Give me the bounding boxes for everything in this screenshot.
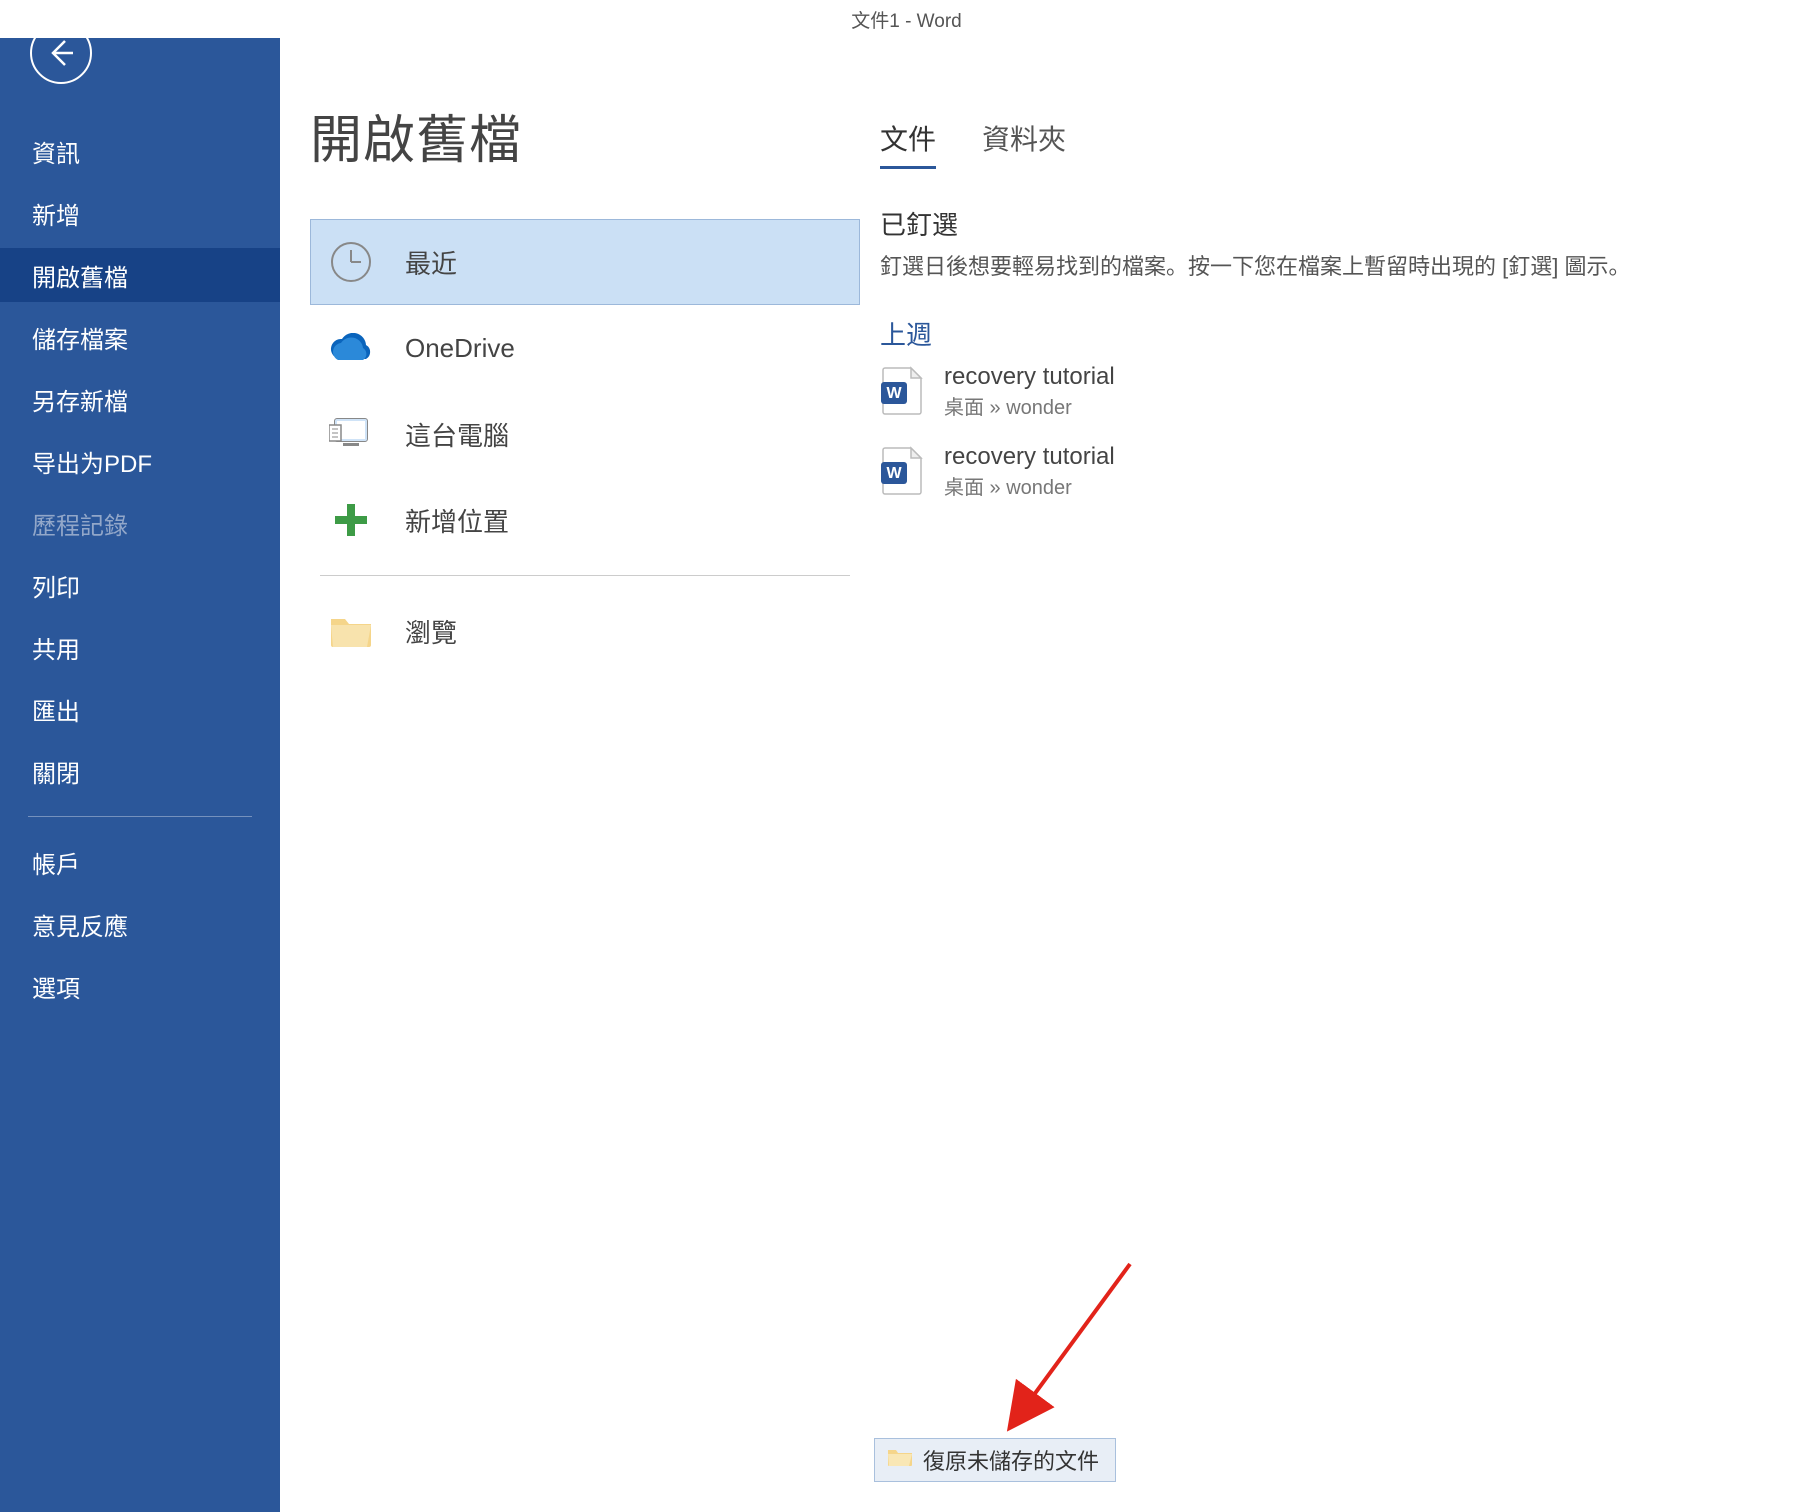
file-text: recovery tutorial 桌面 » wonder: [944, 363, 1115, 420]
nav-feedback[interactable]: 意見反應: [0, 897, 280, 951]
nav-save[interactable]: 儲存檔案: [0, 310, 280, 364]
file-text: recovery tutorial 桌面 » wonder: [944, 443, 1115, 500]
nav-history: 歷程記錄: [0, 496, 280, 550]
nav-open[interactable]: 開啟舊檔: [0, 248, 280, 302]
title-bar: 文件1 - Word: [0, 0, 1813, 38]
word-doc-icon: W: [880, 446, 924, 496]
locations-list: 最近 OneDrive 這台電腦 新增位置: [310, 219, 860, 674]
nav-account[interactable]: 帳戶: [0, 835, 280, 889]
files-tabs: 文件 資料夾: [880, 118, 1773, 169]
file-path: 桌面 » wonder: [944, 391, 1115, 420]
folder-icon: [327, 607, 375, 655]
location-recent[interactable]: 最近: [310, 219, 860, 305]
clock-icon: [327, 238, 375, 286]
location-onedrive[interactable]: OneDrive: [310, 305, 860, 391]
location-addplace[interactable]: 新增位置: [310, 477, 860, 563]
files-column: 文件 資料夾 已釘選 釘選日後想要輕易找到的檔案。按一下您在檔案上暫留時出現的 …: [860, 38, 1813, 1512]
location-label: 最近: [405, 244, 457, 281]
sidebar-divider: [28, 816, 252, 817]
arrow-left-icon: [45, 37, 77, 69]
nav-export[interactable]: 匯出: [0, 682, 280, 736]
location-browse[interactable]: 瀏覽: [310, 588, 860, 674]
recent-file-item[interactable]: W recovery tutorial 桌面 » wonder: [880, 436, 1773, 506]
recover-unsaved-button[interactable]: 復原未儲存的文件: [874, 1438, 1116, 1482]
page-title: 開啟舊檔: [310, 98, 860, 173]
svg-text:W: W: [886, 385, 902, 402]
svg-text:W: W: [886, 465, 902, 482]
recent-file-item[interactable]: W recovery tutorial 桌面 » wonder: [880, 356, 1773, 426]
content-area: 開啟舊檔 最近 OneDrive 這台電腦: [280, 38, 1813, 1512]
plus-icon: [327, 496, 375, 544]
nav-close[interactable]: 關閉: [0, 744, 280, 798]
nav-new[interactable]: 新增: [0, 186, 280, 240]
annotation-arrow: [1000, 1256, 1140, 1436]
monitor-icon: [327, 410, 375, 458]
file-path: 桌面 » wonder: [944, 471, 1115, 500]
tab-folders[interactable]: 資料夾: [982, 118, 1066, 169]
word-doc-icon: W: [880, 366, 924, 416]
file-name: recovery tutorial: [944, 363, 1115, 391]
location-label: 新增位置: [405, 502, 509, 539]
locations-divider: [320, 575, 850, 576]
nav-saveas[interactable]: 另存新檔: [0, 372, 280, 426]
nav-exportpdf[interactable]: 导出为PDF: [0, 434, 280, 488]
folder-open-icon: [887, 1447, 913, 1473]
pinned-heading: 已釘選: [880, 205, 1773, 242]
cloud-icon: [327, 324, 375, 372]
nav-share[interactable]: 共用: [0, 620, 280, 674]
lastweek-heading: 上週: [880, 315, 1773, 352]
file-name: recovery tutorial: [944, 443, 1115, 471]
location-label: 這台電腦: [405, 416, 509, 453]
pinned-help-text: 釘選日後想要輕易找到的檔案。按一下您在檔案上暫留時出現的 [釘選] 圖示。: [880, 250, 1773, 283]
tab-documents[interactable]: 文件: [880, 118, 936, 169]
nav-options[interactable]: 選項: [0, 959, 280, 1013]
location-label: 瀏覽: [405, 613, 457, 650]
nav-info[interactable]: 資訊: [0, 124, 280, 178]
nav-print[interactable]: 列印: [0, 558, 280, 612]
backstage-sidebar: 資訊 新增 開啟舊檔 儲存檔案 另存新檔 导出为PDF 歷程記錄 列印 共用 匯…: [0, 0, 280, 1512]
location-label: OneDrive: [405, 333, 515, 364]
locations-column: 開啟舊檔 最近 OneDrive 這台電腦: [280, 38, 860, 1512]
location-thispc[interactable]: 這台電腦: [310, 391, 860, 477]
window-title: 文件1 - Word: [851, 6, 962, 33]
recover-button-label: 復原未儲存的文件: [923, 1444, 1099, 1476]
